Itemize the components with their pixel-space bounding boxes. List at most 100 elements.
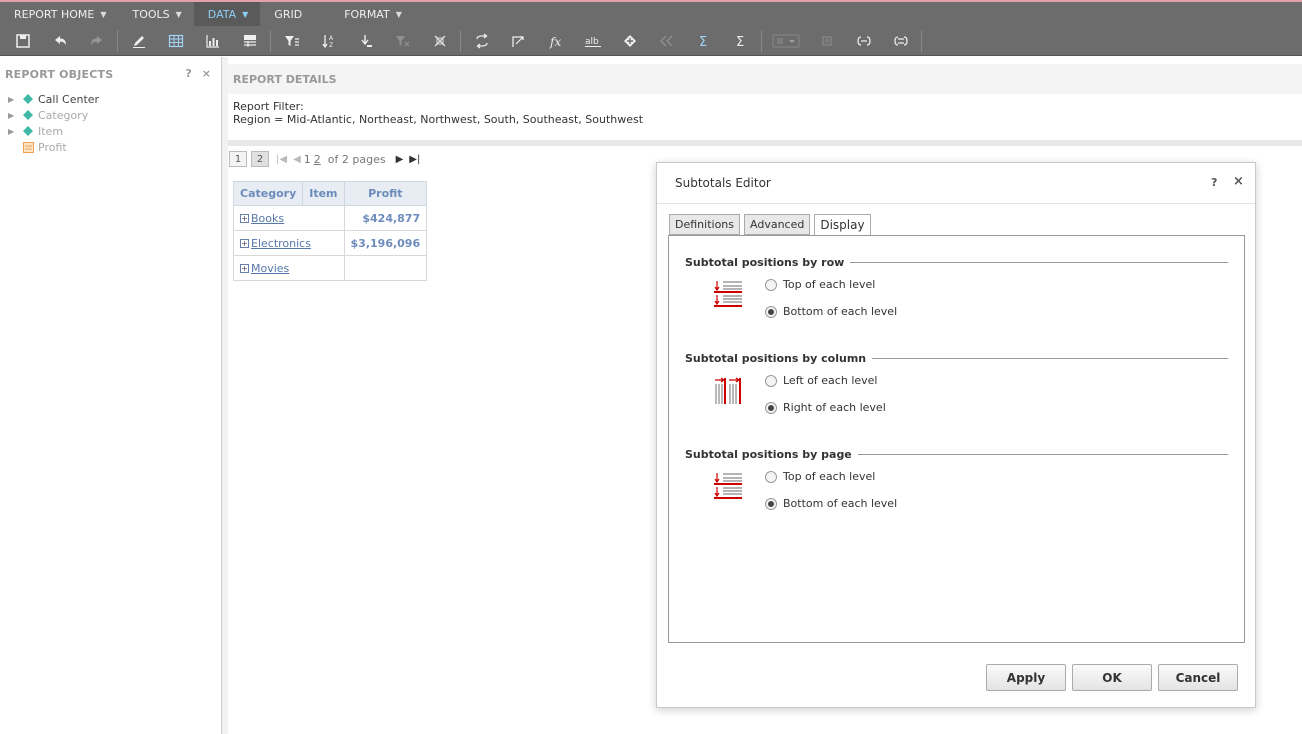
expand-icon[interactable]: + xyxy=(240,239,249,248)
page-link-2[interactable]: 2 xyxy=(314,153,321,166)
svg-text:fx: fx xyxy=(549,35,561,49)
expand-icon[interactable]: + xyxy=(240,264,249,273)
ungroup-icon[interactable] xyxy=(882,26,919,56)
section-divider xyxy=(850,262,1228,263)
profit-cell: $424,877 xyxy=(343,205,428,231)
first-page-icon[interactable]: |◀ xyxy=(276,154,287,165)
radio-page-bottom[interactable] xyxy=(765,497,777,510)
rename-icon[interactable]: alb xyxy=(574,26,611,56)
remove-icon[interactable] xyxy=(421,26,458,56)
sum-icon[interactable]: Σ xyxy=(722,26,759,56)
next-page-icon[interactable]: ▶ xyxy=(396,154,404,165)
panel-splitter[interactable] xyxy=(222,57,228,734)
column-header-category[interactable]: Category xyxy=(232,181,304,206)
redo-icon[interactable] xyxy=(78,26,115,56)
radio-column-right[interactable] xyxy=(765,401,777,414)
menu-format[interactable]: FORMAT ▼ xyxy=(330,2,414,26)
toolbar-divider xyxy=(460,29,461,52)
menu-tools[interactable]: TOOLS ▼ xyxy=(118,2,193,26)
option-row-top[interactable]: Top of each level xyxy=(765,278,875,291)
expand-icon[interactable]: + xyxy=(240,214,249,223)
tab-display[interactable]: Display xyxy=(814,214,871,236)
chevron-down-icon: ▼ xyxy=(395,9,402,19)
table-row: + Electronics $3,196,096 xyxy=(233,230,428,256)
tab-definitions[interactable]: Definitions xyxy=(669,214,740,235)
expand-icon[interactable]: ▶ xyxy=(8,127,18,136)
ok-button[interactable]: OK xyxy=(1072,664,1152,691)
tree-item-profit[interactable]: Profit xyxy=(0,139,221,155)
grid-graph-icon[interactable] xyxy=(231,26,268,56)
menu-grid[interactable]: GRID xyxy=(260,2,330,26)
tree-item-call-center[interactable]: ▶ Call Center xyxy=(0,91,221,107)
panel-title-text: REPORT OBJECTS xyxy=(5,67,114,81)
radio-row-top[interactable] xyxy=(765,278,777,291)
cancel-button[interactable]: Cancel xyxy=(1158,664,1238,691)
page-position-section: Subtotal positions by page Top of each l… xyxy=(685,448,1228,510)
category-cell[interactable]: + Movies xyxy=(233,255,345,281)
pivot-icon[interactable] xyxy=(463,26,500,56)
apply-button[interactable]: Apply xyxy=(986,664,1066,691)
tree-item-item[interactable]: ▶ Item xyxy=(0,123,221,139)
tree-item-label: Category xyxy=(38,108,89,122)
option-column-right[interactable]: Right of each level xyxy=(765,401,886,414)
expand-icon[interactable]: ▶ xyxy=(8,111,18,120)
last-page-icon[interactable]: ▶| xyxy=(409,154,420,165)
insert-icon[interactable] xyxy=(611,26,648,56)
grid-view-icon[interactable] xyxy=(157,26,194,56)
option-page-top[interactable]: Top of each level xyxy=(765,470,875,483)
report-grid: Category Item Profit + Books $424,877 + El… xyxy=(232,181,428,281)
profit-cell xyxy=(343,255,428,281)
expand-icon[interactable]: ▶ xyxy=(8,95,18,104)
tab-advanced[interactable]: Advanced xyxy=(744,214,811,235)
column-header-item[interactable]: Item xyxy=(302,181,345,206)
filter-label: Report Filter: xyxy=(233,100,304,113)
help-icon[interactable]: ? xyxy=(185,67,191,80)
option-column-left[interactable]: Left of each level xyxy=(765,374,877,387)
save-icon[interactable] xyxy=(4,26,41,56)
filter-icon[interactable] xyxy=(273,26,310,56)
close-icon[interactable]: × xyxy=(202,67,211,80)
group-icon[interactable] xyxy=(845,26,882,56)
drill-icon[interactable] xyxy=(347,26,384,56)
tree-item-category[interactable]: ▶ Category xyxy=(0,107,221,123)
page-button-1[interactable]: 1 xyxy=(229,151,247,167)
help-icon[interactable]: ? xyxy=(1211,176,1217,189)
category-cell[interactable]: + Electronics xyxy=(233,230,345,256)
radio-column-left[interactable] xyxy=(765,374,777,387)
tree-item-label: Item xyxy=(38,124,64,138)
clear-filter-icon[interactable] xyxy=(384,26,421,56)
column-header-profit[interactable]: Profit xyxy=(343,181,428,206)
page-button-2[interactable]: 2 xyxy=(251,151,269,167)
svg-text:A: A xyxy=(329,35,334,42)
undo-icon[interactable] xyxy=(41,26,78,56)
report-details-title: REPORT DETAILS xyxy=(228,64,1302,94)
menu-report-home[interactable]: REPORT HOME ▼ xyxy=(0,2,118,26)
report-objects-panel: REPORT OBJECTS ? × ▶ Call Center ▶ Categ… xyxy=(0,57,222,734)
table-row: + Movies xyxy=(233,255,428,281)
option-row-bottom[interactable]: Bottom of each level xyxy=(765,305,897,318)
category-cell[interactable]: + Books xyxy=(233,205,345,231)
back-icon[interactable] xyxy=(648,26,685,56)
radio-page-top[interactable] xyxy=(765,470,777,483)
subtotal-icon[interactable]: Σ xyxy=(685,26,722,56)
menu-data[interactable]: DATA ▼ xyxy=(193,2,261,26)
close-icon[interactable]: × xyxy=(1233,174,1244,189)
category-link[interactable]: Movies xyxy=(251,262,289,275)
category-link[interactable]: Books xyxy=(251,212,284,225)
radio-row-bottom[interactable] xyxy=(765,305,777,318)
profit-cell: $3,196,096 xyxy=(343,230,428,256)
section-title: Subtotal positions by column xyxy=(685,352,867,365)
link-icon[interactable] xyxy=(808,26,845,56)
option-page-bottom[interactable]: Bottom of each level xyxy=(765,497,897,510)
subtotal-row-icon xyxy=(714,281,742,307)
option-label: Right of each level xyxy=(783,401,886,414)
formula-icon[interactable]: fx xyxy=(537,26,574,56)
merge-icon[interactable] xyxy=(764,26,808,56)
sort-icon[interactable]: AZ xyxy=(310,26,347,56)
graph-view-icon[interactable] xyxy=(194,26,231,56)
category-link[interactable]: Electronics xyxy=(251,237,311,250)
prev-page-icon[interactable]: ◀ xyxy=(293,154,301,165)
page-by-icon[interactable] xyxy=(500,26,537,56)
svg-text:Σ: Σ xyxy=(699,35,707,49)
edit-icon[interactable] xyxy=(120,26,157,56)
